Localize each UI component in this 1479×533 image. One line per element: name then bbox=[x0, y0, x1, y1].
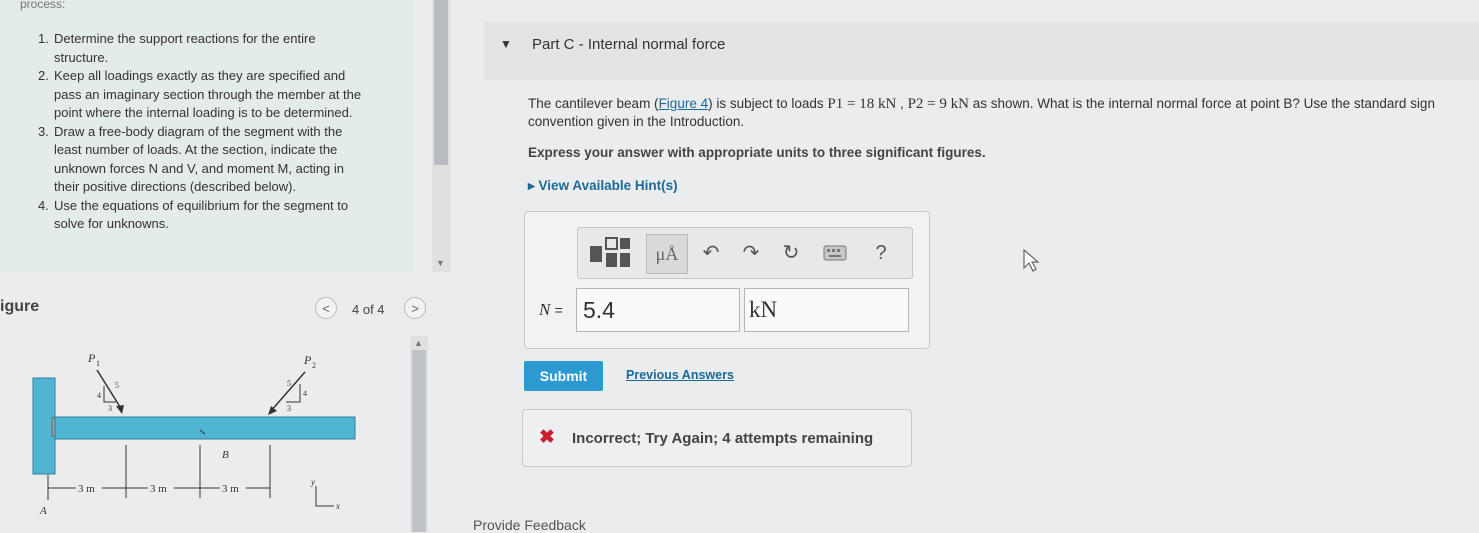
label-tri-left-top: 5 bbox=[115, 381, 119, 390]
label-point-b: B bbox=[222, 449, 229, 461]
variable-label: N = bbox=[539, 300, 563, 319]
label-tri-right-bottom: 3 bbox=[287, 404, 291, 413]
previous-answers-link[interactable]: Previous Answers bbox=[626, 368, 734, 382]
figure-link[interactable]: Figure 4 bbox=[659, 96, 709, 111]
step-item: 2. Keep all loadings exactly as they are … bbox=[38, 68, 362, 120]
redo-icon[interactable]: ↷ bbox=[738, 228, 764, 278]
keyboard-icon bbox=[823, 245, 847, 261]
dimension-label: 3 m bbox=[78, 483, 95, 495]
procedure-panel: process: 1. Determine the support reactio… bbox=[0, 0, 414, 272]
chevron-left-icon: < bbox=[322, 301, 330, 316]
help-icon[interactable]: ? bbox=[868, 228, 894, 278]
label-tri-left-side: 4 bbox=[97, 391, 101, 400]
equation-toolbar: μÅ ↶ ↷ ↻ ? bbox=[577, 227, 913, 279]
part-c-title[interactable]: Part C - Internal normal force bbox=[532, 36, 725, 53]
feedback-message: Incorrect; Try Again; 4 attempts remaini… bbox=[572, 430, 874, 447]
label-tri-right-top: 5 bbox=[287, 379, 291, 388]
label-tri-right-side: 4 bbox=[303, 389, 307, 398]
procedure-scrollbar[interactable]: ▼ bbox=[432, 0, 450, 272]
axes-icon bbox=[315, 486, 334, 507]
dimension-label: 3 m bbox=[150, 483, 167, 495]
figure-counter: 4 of 4 bbox=[352, 302, 385, 317]
figure-next-button[interactable]: > bbox=[404, 297, 426, 319]
reset-icon[interactable]: ↻ bbox=[778, 228, 804, 278]
arrowhead-icon bbox=[268, 406, 277, 415]
load-p1: P1 = 18 kN bbox=[827, 96, 897, 112]
view-hints-link[interactable]: ▸ View Available Hint(s) bbox=[528, 178, 678, 194]
label-point-a: A bbox=[39, 505, 47, 517]
label-p1: P bbox=[87, 351, 96, 365]
submit-button[interactable]: Submit bbox=[524, 361, 603, 391]
scrollbar-thumb[interactable] bbox=[434, 0, 448, 165]
step-item: 1. Determine the support reactions for th… bbox=[38, 31, 316, 65]
templates-icon bbox=[590, 237, 630, 267]
caret-right-icon: ▸ bbox=[528, 178, 535, 193]
templates-button[interactable] bbox=[583, 228, 637, 278]
chevron-right-icon: > bbox=[411, 301, 419, 316]
answer-units-input[interactable] bbox=[744, 288, 909, 332]
scroll-down-icon[interactable]: ▼ bbox=[436, 258, 445, 268]
axis-label-x: x bbox=[335, 501, 340, 511]
label-p1-sub: 1 bbox=[96, 359, 100, 368]
scroll-up-icon[interactable]: ▲ bbox=[414, 338, 423, 348]
beam bbox=[54, 416, 356, 440]
cantilever-beam-figure: P 1 5 4 3 P 2 5 4 3 B 3 m 3 m 3 m A y x bbox=[32, 351, 356, 517]
label-tri-left-bottom: 3 bbox=[108, 404, 112, 413]
dimension-label: 3 m bbox=[222, 483, 239, 495]
incorrect-x-icon: ✖ bbox=[539, 427, 555, 448]
step-item: 3. Draw a free-body diagram of the segmen… bbox=[38, 123, 345, 195]
procedure-steps: 1. Determine the support reactions for th… bbox=[32, 30, 372, 234]
problem-statement: The cantilever beam (Figure 4) is subjec… bbox=[528, 96, 1435, 129]
keyboard-button[interactable] bbox=[822, 228, 848, 278]
figure-label: igure bbox=[0, 298, 40, 315]
caret-down-icon[interactable]: ▼ bbox=[500, 37, 512, 51]
axis-label-y: y bbox=[310, 477, 315, 487]
arrowhead-icon bbox=[116, 405, 124, 414]
provide-feedback-link[interactable]: Provide Feedback bbox=[473, 517, 586, 533]
units-button[interactable]: μÅ bbox=[646, 234, 688, 274]
label-p2-sub: 2 bbox=[312, 361, 316, 370]
step-item: 4. Use the equations of equilibrium for t… bbox=[38, 197, 349, 232]
mouse-cursor-icon bbox=[1023, 248, 1040, 272]
process-label: process: bbox=[20, 0, 66, 11]
answer-value-input[interactable] bbox=[576, 288, 740, 332]
load-p2: P2 = 9 kN bbox=[907, 96, 969, 112]
answer-instructions: Express your answer with appropriate uni… bbox=[528, 145, 986, 160]
label-p2: P bbox=[303, 353, 312, 367]
figure-prev-button[interactable]: < bbox=[315, 297, 337, 319]
figure-scrollbar[interactable]: ▲ bbox=[410, 336, 428, 532]
scrollbar-thumb[interactable] bbox=[412, 350, 426, 532]
undo-icon[interactable]: ↶ bbox=[698, 228, 724, 278]
